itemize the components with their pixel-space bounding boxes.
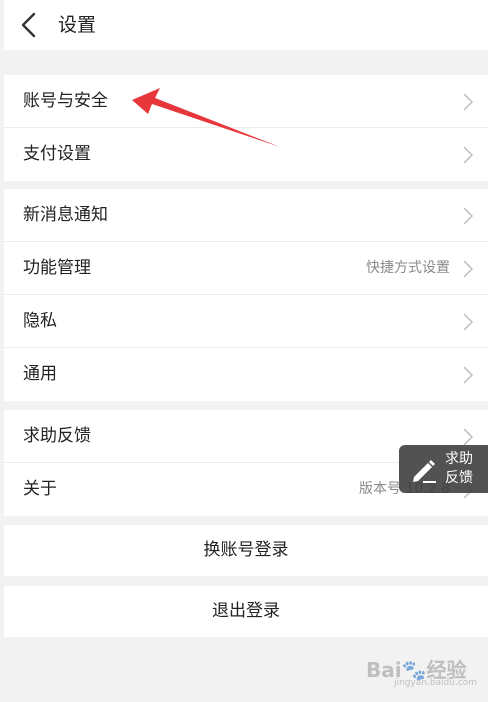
top-bar: 设置 [4, 0, 488, 50]
settings-row-general[interactable]: 通用 [4, 348, 488, 401]
pen-icon [413, 460, 436, 483]
settings-row-notifications[interactable]: 新消息通知 [4, 189, 488, 242]
settings-row-account-security[interactable]: 账号与安全 [4, 75, 488, 128]
row-label: 通用 [23, 364, 57, 384]
row-label: 隐私 [23, 311, 57, 331]
row-label: 新消息通知 [23, 205, 108, 225]
row-label: 功能管理 [23, 258, 91, 278]
page-title: 设置 [58, 14, 97, 36]
chevron-right-icon [463, 313, 474, 331]
chevron-right-icon [463, 207, 474, 225]
row-label: 账号与安全 [23, 91, 108, 111]
feedback-button-text: 求助 反馈 [445, 451, 473, 486]
row-label: 关于 [23, 479, 57, 499]
chevron-right-icon [463, 366, 474, 384]
watermark: Bai🐾经验 jingyan.baidu.com [366, 652, 478, 692]
row-label: 求助反馈 [23, 426, 91, 446]
logout-button[interactable]: 退出登录 [4, 586, 488, 637]
settings-group-general: 新消息通知 功能管理 快捷方式设置 隐私 通用 [4, 189, 488, 401]
settings-screen: 设置 账号与安全 支付设置 新消息通知 功能管理 快捷方式设置 隐私 通用 求助… [4, 0, 488, 702]
settings-group-account: 账号与安全 支付设置 [4, 75, 488, 181]
chevron-right-icon [463, 260, 474, 278]
row-value: 快捷方式设置 [366, 260, 450, 276]
chevron-right-icon [463, 146, 474, 164]
switch-account-button[interactable]: 换账号登录 [4, 525, 488, 576]
row-label: 支付设置 [23, 144, 91, 164]
help-feedback-floating-button[interactable]: 求助 反馈 [399, 445, 488, 493]
settings-row-features[interactable]: 功能管理 快捷方式设置 [4, 242, 488, 295]
chevron-right-icon [463, 428, 474, 446]
chevron-left-icon[interactable] [18, 12, 40, 38]
settings-row-privacy[interactable]: 隐私 [4, 295, 488, 348]
watermark-url: jingyan.baidu.com [394, 678, 478, 688]
chevron-right-icon [463, 93, 474, 111]
settings-row-payment[interactable]: 支付设置 [4, 128, 488, 181]
